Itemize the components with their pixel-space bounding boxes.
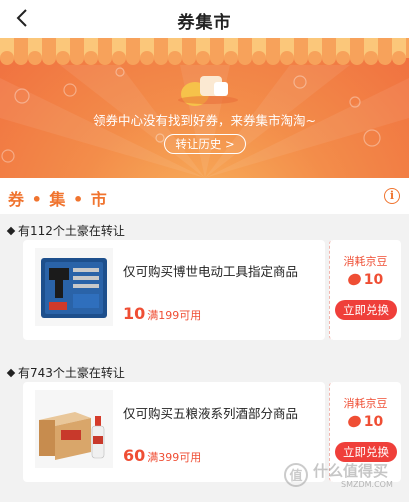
watermark: 值 什么值得买 SMZDM.COM (283, 458, 403, 498)
svg-text:值: 值 (289, 468, 302, 484)
coupon-amount: 10 (123, 304, 146, 323)
power-tool-kit-image (35, 248, 113, 326)
group-label: 有743个土豪在转让 (6, 364, 125, 381)
liquor-box-image (35, 390, 113, 468)
diamond-bullet-icon (6, 368, 16, 377)
watermark-logo-icon: 值 (284, 463, 308, 487)
nav-bar: 券集市 (0, 0, 409, 38)
cost-label: 消耗京豆 (343, 397, 388, 410)
group-label-text: 有112个土豪在转让 (18, 224, 125, 238)
bean-cost-value: 10 (363, 272, 384, 288)
coupon-card[interactable]: 仅可购买博世电动工具指定商品 10 满199可用 (23, 240, 325, 340)
bean-cost-value: 10 (363, 414, 384, 430)
section-title: 券 • 集 • 市 (8, 190, 108, 209)
coupon-price: 10 满199可用 (123, 304, 201, 323)
coupon-price: 60 满399可用 (123, 446, 201, 465)
redeem-button[interactable]: 立即兑换 (335, 300, 397, 320)
bean-cost: 10 (330, 271, 401, 288)
coupon-condition: 满399可用 (147, 451, 202, 464)
jd-bean-icon (346, 413, 363, 429)
bean-cost: 10 (330, 413, 401, 430)
coupon-condition: 满199可用 (147, 309, 202, 322)
watermark-small-text: SMZDM.COM (341, 480, 393, 489)
group-label: 有112个土豪在转让 (6, 222, 125, 239)
banner-message: 领券中心没有找到好券，来券集市淘淘~ (93, 113, 316, 128)
coupon-amount: 60 (123, 446, 146, 465)
jd-bean-icon (346, 271, 363, 287)
page-title: 券集市 (177, 13, 232, 33)
coupon-description: 仅可购买五粮液系列酒部分商品 (123, 406, 299, 421)
redeem-panel: 消耗京豆 10 立即兑换 (329, 240, 401, 340)
banner-background (0, 38, 409, 178)
info-icon[interactable]: i (384, 188, 400, 204)
section-header: 券 • 集 • 市 i (0, 178, 409, 214)
promo-banner: 领券中心没有找到好券，来券集市淘淘~ 转让历史 > (0, 38, 409, 178)
watermark-text: 什么值得买 (313, 462, 389, 480)
coupon-card[interactable]: 仅可购买五粮液系列酒部分商品 60 满399可用 (23, 382, 325, 482)
group-label-text: 有743个土豪在转让 (18, 366, 125, 380)
transfer-history-button[interactable]: 转让历史 > (164, 134, 246, 154)
cost-label: 消耗京豆 (343, 255, 388, 268)
diamond-bullet-icon (6, 226, 16, 235)
coupon-description: 仅可购买博世电动工具指定商品 (123, 264, 299, 279)
